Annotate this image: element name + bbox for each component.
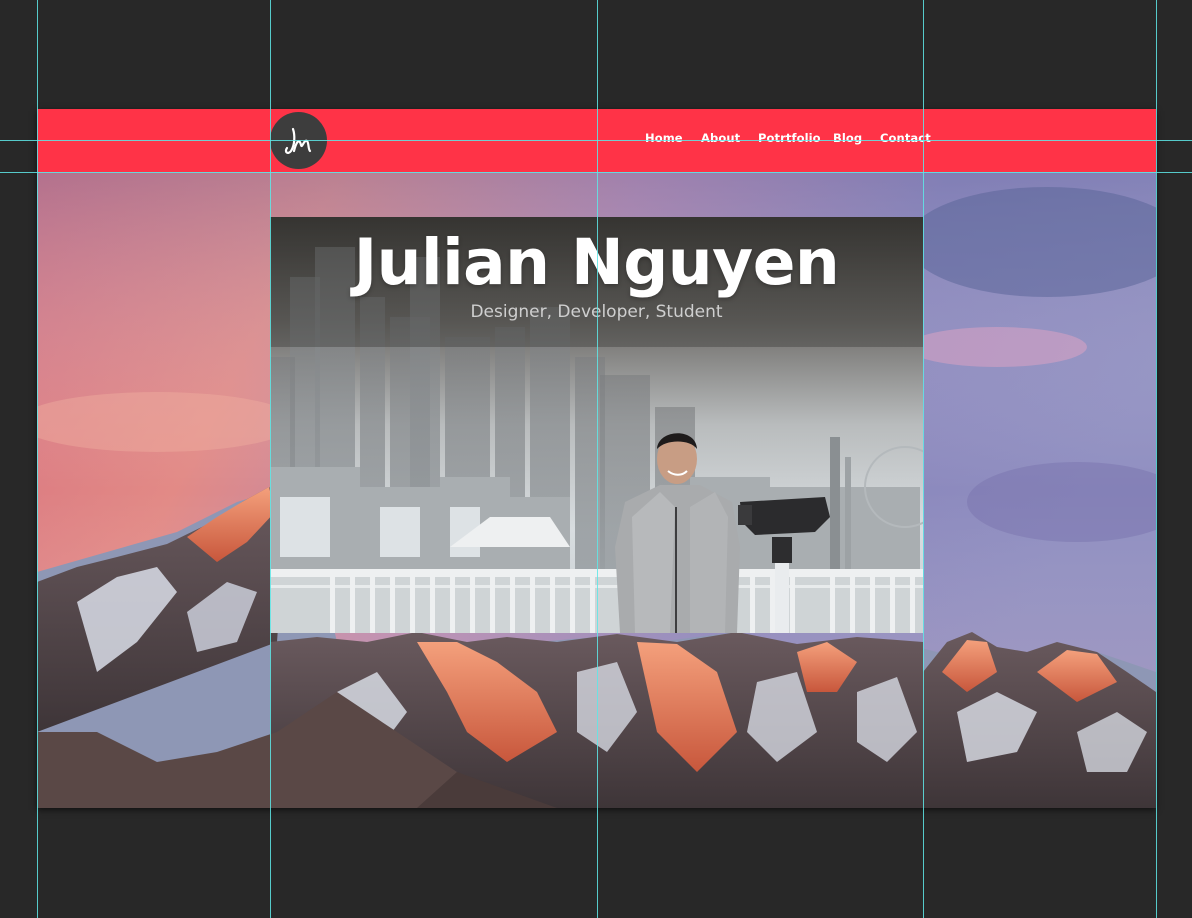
guide-horizontal — [0, 172, 1192, 173]
guide-vertical — [923, 0, 924, 918]
nav-blog[interactable]: Blog — [833, 131, 862, 145]
guide-horizontal — [0, 140, 1192, 141]
guide-vertical — [1156, 0, 1157, 918]
nav-portfolio[interactable]: Potrtfolio — [758, 131, 821, 145]
nav-about[interactable]: About — [701, 131, 740, 145]
guide-vertical — [597, 0, 598, 918]
nav-home[interactable]: Home — [645, 131, 683, 145]
guide-vertical — [270, 0, 271, 918]
guide-vertical — [37, 0, 38, 918]
